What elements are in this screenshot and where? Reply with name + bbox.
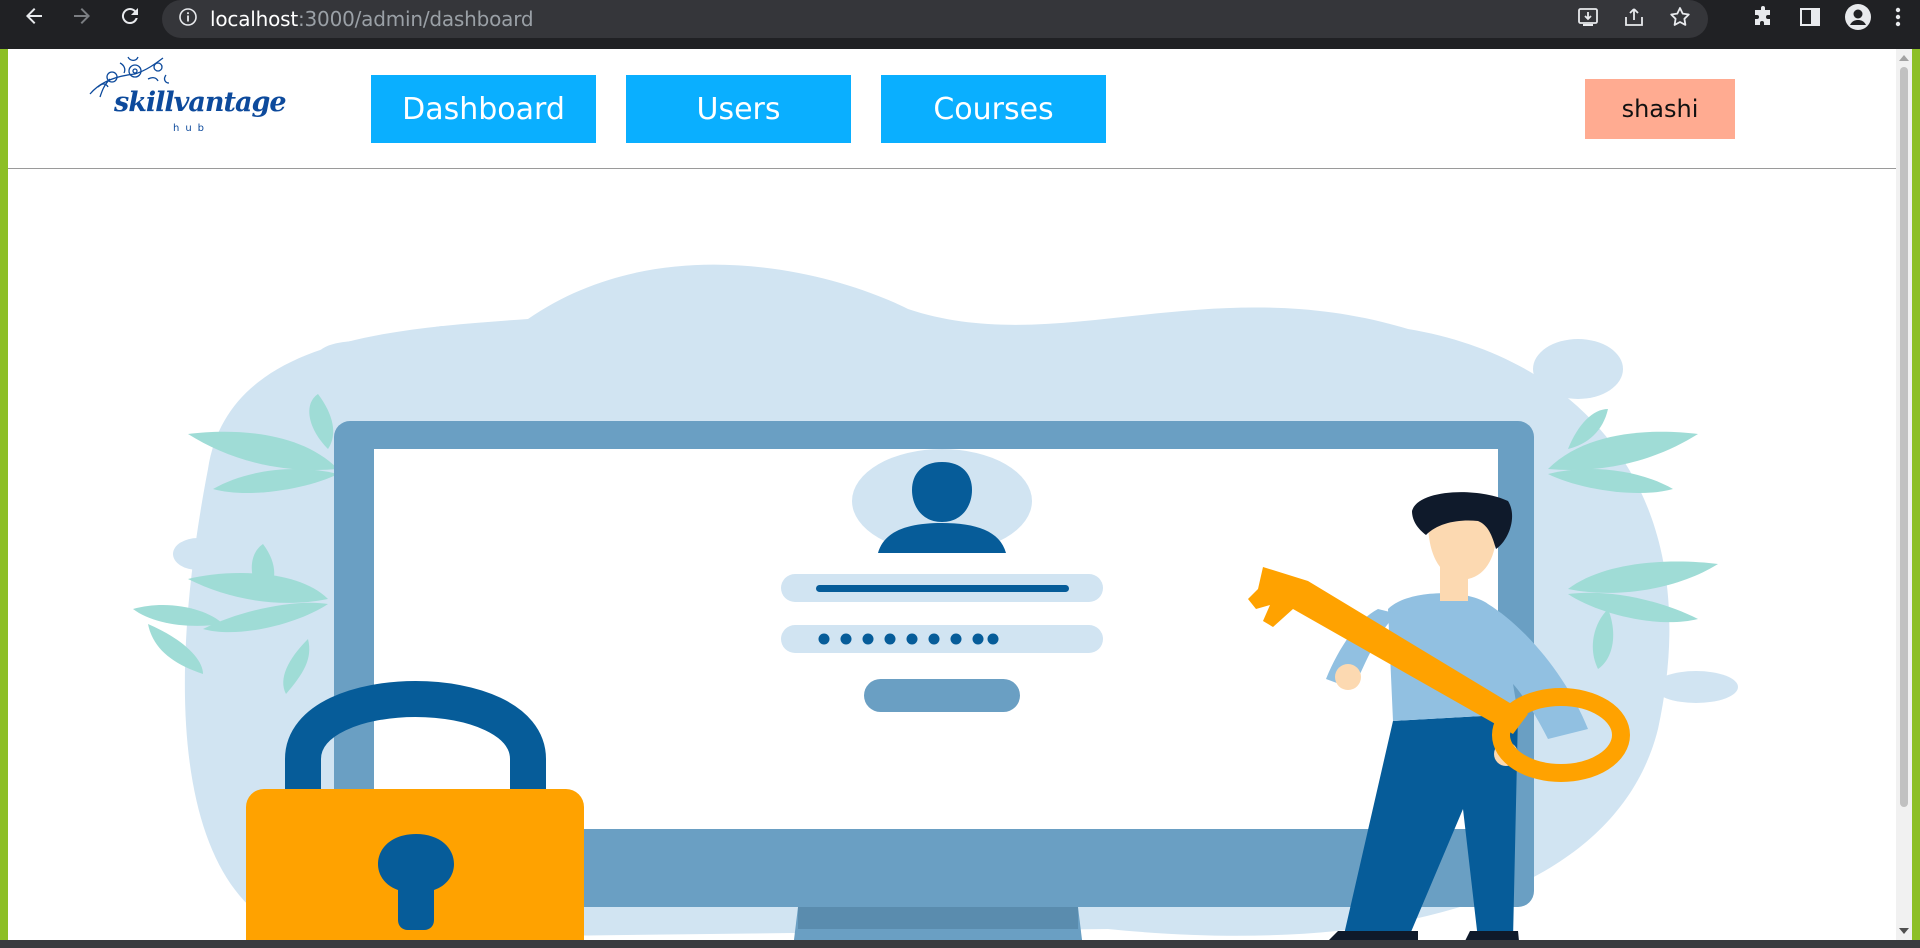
top-navbar: skillvantage hub Dashboard Users Courses…: [8, 49, 1896, 169]
user-profile-button[interactable]: shashi: [1585, 79, 1735, 139]
info-icon[interactable]: [178, 7, 198, 31]
share-icon[interactable]: [1622, 5, 1646, 33]
login-button-graphic: [864, 679, 1020, 712]
users-button[interactable]: Users: [626, 75, 851, 143]
scrollbar-thumb[interactable]: [1900, 67, 1908, 807]
logo-subtitle: hub: [173, 123, 211, 134]
reload-button[interactable]: [110, 0, 150, 32]
page-content: skillvantage hub Dashboard Users Courses…: [8, 49, 1896, 940]
brand-logo[interactable]: skillvantage hub: [80, 49, 287, 143]
courses-button[interactable]: Courses: [881, 75, 1106, 143]
forward-button[interactable]: [62, 0, 102, 32]
small-cloud: [318, 341, 398, 369]
small-cloud: [173, 538, 223, 570]
dashboard-button[interactable]: Dashboard: [371, 75, 596, 143]
browser-toolbar: localhost:3000/admin/dashboard: [0, 0, 1920, 49]
url-host: localhost: [210, 7, 298, 31]
small-cloud: [1533, 339, 1623, 399]
extensions-puzzle-icon[interactable]: [1752, 5, 1776, 33]
bottom-edge: [0, 940, 1920, 948]
url-path: :3000/admin/dashboard: [297, 7, 534, 31]
menu-kebab-icon[interactable]: [1894, 5, 1902, 33]
logo-wordmark: skillvantage: [114, 87, 287, 118]
scroll-down-arrow-icon[interactable]: [1899, 928, 1909, 934]
vertical-scrollbar[interactable]: [1896, 49, 1912, 940]
install-app-icon[interactable]: [1576, 5, 1600, 33]
monitor-stand-shadow: [798, 907, 1078, 929]
small-cloud: [425, 326, 465, 342]
login-security-illustration: [133, 264, 1738, 940]
address-bar[interactable]: localhost:3000/admin/dashboard: [162, 0, 1708, 38]
forward-arrow-icon: [74, 8, 90, 24]
bookmark-star-icon[interactable]: [1668, 5, 1692, 33]
scroll-up-arrow-icon[interactable]: [1899, 55, 1909, 61]
small-cloud: [1654, 671, 1738, 703]
username-text-line: [816, 585, 1069, 592]
back-arrow-icon: [26, 8, 42, 24]
profile-icon[interactable]: [1844, 3, 1872, 35]
reload-icon: [121, 8, 138, 25]
back-button[interactable]: [14, 0, 54, 32]
url-text: localhost:3000/admin/dashboard: [210, 7, 534, 31]
side-panel-icon[interactable]: [1798, 5, 1822, 33]
